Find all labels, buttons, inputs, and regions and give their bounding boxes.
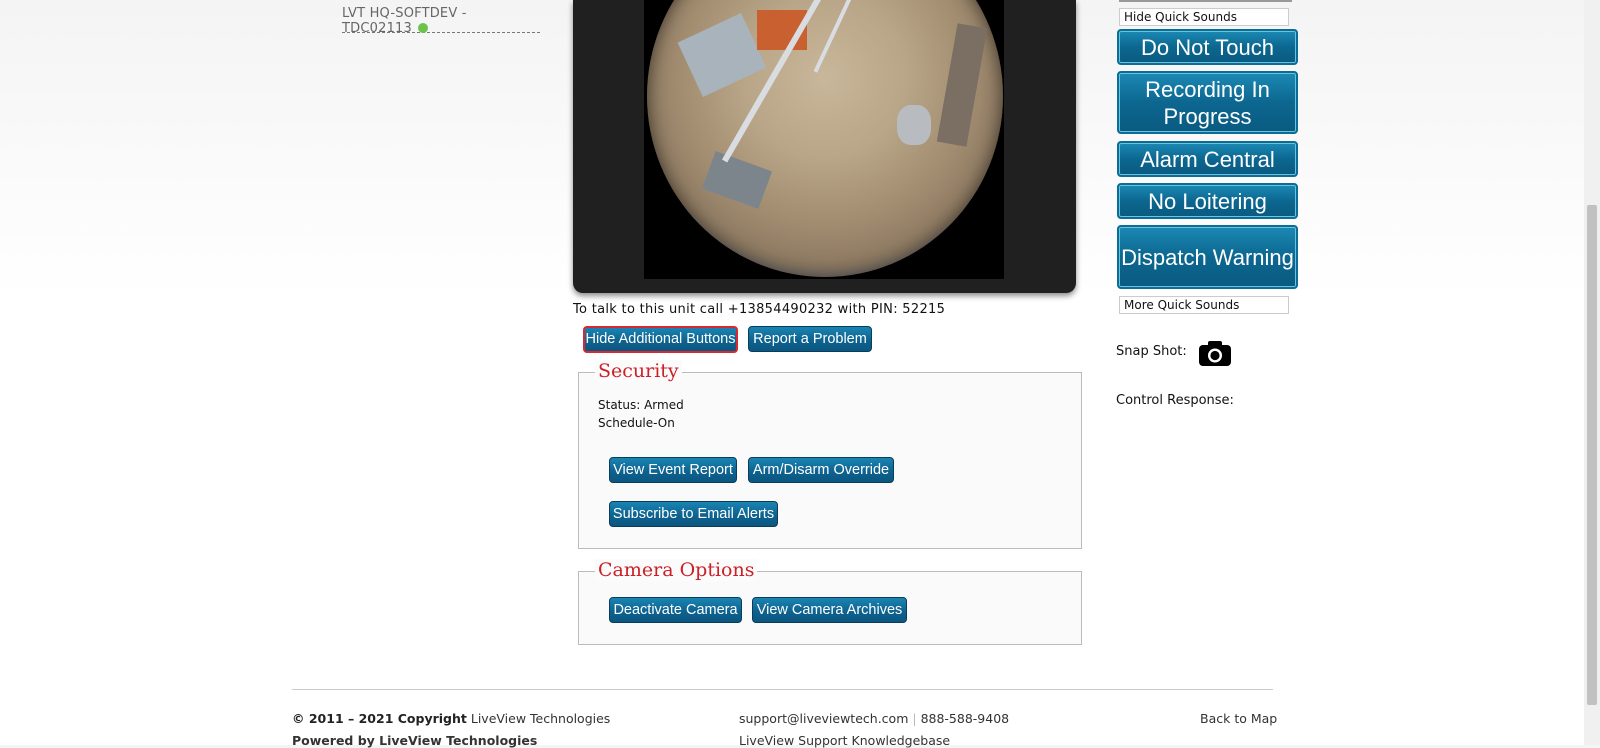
footer-divider — [292, 689, 1273, 690]
page-scrollbar[interactable] — [1584, 0, 1600, 745]
report-problem-button[interactable]: Report a Problem — [748, 326, 872, 352]
camera-list-item-label: LVT HQ-SOFTDEV - TDC02113 — [342, 6, 467, 36]
sound-recording-in-progress-button[interactable]: Recording In Progress — [1117, 71, 1298, 134]
footer-contact: support@liveviewtech.com | 888-588-9408 — [739, 711, 1009, 726]
security-status: Status: Armed — [598, 398, 684, 412]
company-name: LiveView Technologies — [470, 711, 611, 726]
security-legend: Security — [595, 360, 682, 382]
knowledgebase-link[interactable]: LiveView Support Knowledgebase — [739, 733, 950, 748]
talk-instructions: To talk to this unit call +13854490232 w… — [573, 302, 946, 317]
fisheye-image — [647, 0, 1003, 277]
footer-separator: | — [912, 711, 917, 726]
video-player[interactable] — [573, 0, 1076, 293]
sound-no-loitering-button[interactable]: No Loitering — [1117, 183, 1298, 219]
footer-powered-by: Powered by LiveView Technologies — [292, 733, 538, 748]
more-quick-sounds-toggle[interactable]: More Quick Sounds — [1119, 296, 1289, 314]
camera-list-item[interactable]: LVT HQ-SOFTDEV - TDC02113 — [342, 6, 540, 36]
view-camera-archives-button[interactable]: View Camera Archives — [752, 597, 907, 623]
snapshot-label: Snap Shot: — [1116, 344, 1187, 359]
arm-disarm-override-button[interactable]: Arm/Disarm Override — [748, 457, 894, 483]
copyright-label: © 2011 – 2021 Copyright — [292, 711, 467, 726]
support-phone: 888-588-9408 — [920, 711, 1010, 726]
divider — [1119, 0, 1292, 2]
scrollbar-thumb[interactable] — [1587, 205, 1597, 705]
footer-copyright: © 2011 – 2021 Copyright LiveView Technol… — [292, 711, 610, 726]
online-status-dot — [417, 23, 428, 33]
sound-dispatch-warning-button[interactable]: Dispatch Warning — [1117, 225, 1298, 289]
sound-do-not-touch-button[interactable]: Do Not Touch — [1117, 29, 1298, 65]
sound-alarm-central-button[interactable]: Alarm Central — [1117, 141, 1298, 177]
subscribe-email-alerts-button[interactable]: Subscribe to Email Alerts — [609, 501, 778, 527]
back-to-map-link[interactable]: Back to Map — [1200, 711, 1277, 726]
camera-feed — [644, 0, 1004, 279]
security-schedule: Schedule-On — [598, 416, 675, 430]
view-event-report-button[interactable]: View Event Report — [609, 457, 737, 483]
hide-additional-buttons-button[interactable]: Hide Additional Buttons — [583, 326, 738, 353]
control-response-label: Control Response: — [1116, 393, 1234, 408]
support-email-link[interactable]: support@liveviewtech.com — [739, 711, 908, 726]
deactivate-camera-button[interactable]: Deactivate Camera — [609, 597, 742, 623]
camera-options-legend: Camera Options — [595, 559, 758, 581]
camera-icon[interactable] — [1198, 339, 1232, 367]
hide-quick-sounds-toggle[interactable]: Hide Quick Sounds — [1119, 8, 1289, 26]
